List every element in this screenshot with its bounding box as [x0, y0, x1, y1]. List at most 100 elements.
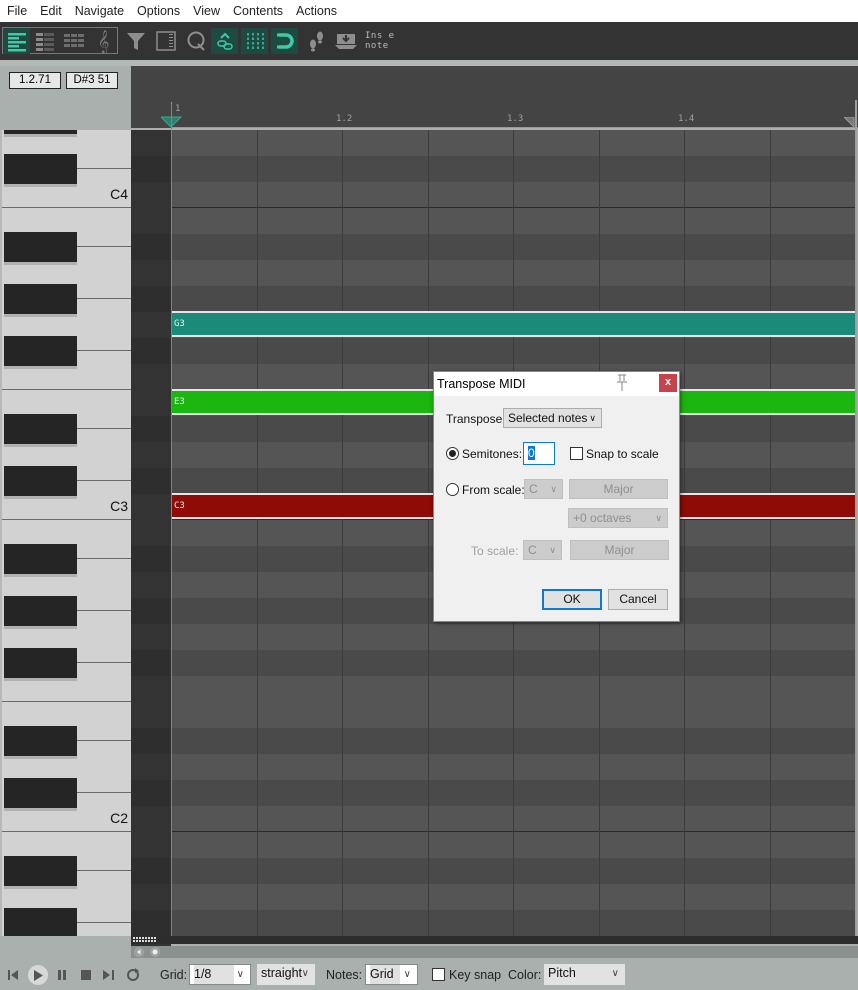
menu-options[interactable]: Options [130, 4, 186, 18]
key-strip-row [131, 858, 171, 884]
black-key[interactable] [4, 336, 77, 366]
cancel-button[interactable]: Cancel [608, 589, 668, 610]
stop-icon [81, 970, 91, 980]
skip-back-icon [8, 970, 18, 980]
black-key[interactable] [4, 154, 77, 184]
midi-note[interactable]: G3 [172, 311, 856, 337]
stop-button[interactable] [77, 966, 95, 984]
black-key[interactable] [4, 544, 77, 574]
black-key[interactable] [4, 726, 77, 756]
cc-lane-divider[interactable] [131, 936, 858, 944]
edit-cursor-marker-icon[interactable] [161, 116, 183, 128]
pin-icon[interactable] [614, 374, 630, 392]
color-label: Color: [508, 968, 542, 982]
from-scale-button[interactable]: Major [569, 479, 668, 499]
grid-button[interactable] [241, 28, 268, 54]
semitones-radio[interactable] [446, 447, 459, 460]
semitones-input[interactable]: 0 [523, 442, 555, 465]
to-key-select[interactable]: C ∨ [523, 540, 562, 560]
key-strip-row [131, 728, 171, 754]
menu-file[interactable]: File [0, 4, 33, 18]
key-strip-row [131, 494, 171, 520]
notes-snap-select[interactable]: Grid ∨ [365, 964, 418, 985]
menu-contents[interactable]: Contents [226, 4, 289, 18]
key-strip-row [131, 208, 171, 234]
scroll-left-icon[interactable] [134, 947, 144, 957]
filter-button[interactable] [122, 28, 149, 54]
black-key[interactable] [4, 596, 77, 626]
chase-cc-button[interactable] [211, 28, 238, 54]
scroll-thumb[interactable] [150, 947, 160, 957]
media-item-lanes-button[interactable] [152, 28, 179, 54]
horizontal-scrollbar[interactable] [131, 946, 858, 958]
octave-label: C3 [110, 498, 128, 514]
piano-keyboard[interactable]: C4 C3 C2 [0, 130, 131, 936]
key-strip-row [131, 832, 171, 858]
dialog-close-button[interactable]: x [659, 374, 677, 392]
octaves-select[interactable]: +0 octaves ∨ [568, 508, 668, 528]
menu-bar: File Edit Navigate Options View Contents… [0, 0, 858, 22]
menu-actions[interactable]: Actions [289, 4, 343, 18]
white-key-divider [77, 558, 131, 559]
piano-roll-view-button[interactable] [3, 28, 30, 54]
snap-to-scale-label: Snap to scale [586, 447, 659, 461]
notation-view-button[interactable]: 𝄞 [90, 28, 117, 54]
step-input-button[interactable] [302, 28, 329, 54]
key-strip-row [131, 312, 171, 338]
transpose-target-select[interactable]: Selected notes ∨ [503, 408, 602, 428]
snap-button[interactable] [271, 28, 298, 54]
from-scale-label: From scale: [462, 483, 525, 497]
grid-type-select[interactable]: straight ∨ [257, 964, 315, 985]
from-key-select[interactable]: C ∨ [524, 479, 563, 499]
white-key-divider [77, 792, 131, 793]
black-key[interactable] [4, 130, 77, 134]
event-list-view-button[interactable] [61, 28, 88, 54]
go-to-start-button[interactable] [5, 966, 23, 984]
black-key[interactable] [4, 778, 77, 808]
quantize-button[interactable] [182, 28, 209, 54]
menu-edit[interactable]: Edit [33, 4, 68, 18]
toolbar: 𝄞 Ins e note [0, 22, 858, 60]
ruler-baseline [171, 127, 858, 128]
skip-forward-icon [103, 970, 114, 980]
black-key[interactable] [4, 648, 77, 678]
black-key[interactable] [4, 284, 77, 314]
black-key[interactable] [4, 856, 77, 886]
black-key[interactable] [4, 908, 77, 936]
step-input-icon [309, 31, 323, 52]
color-mode-select[interactable]: Pitch ∨ [544, 964, 625, 985]
ruler-tick-label: 1.2 [336, 114, 353, 124]
chevron-down-icon: ∨ [549, 545, 556, 555]
dialog-title-bar[interactable]: Transpose MIDI x [434, 372, 679, 396]
from-scale-radio[interactable] [446, 483, 459, 496]
insert-note-button[interactable] [332, 28, 359, 54]
named-notes-view-button[interactable] [31, 28, 58, 54]
key-strip-row [131, 442, 171, 468]
white-key-divider [77, 480, 131, 481]
black-key[interactable] [4, 414, 77, 444]
go-to-end-button[interactable] [100, 966, 118, 984]
ok-button[interactable]: OK [542, 589, 602, 610]
timeline-ruler[interactable]: 1 1.2 1.3 1.4 [131, 66, 858, 129]
resize-grip-icon[interactable] [133, 937, 157, 943]
grid-division-select[interactable]: 1/8 ∨ [189, 964, 251, 985]
play-button[interactable] [28, 965, 48, 985]
black-key[interactable] [4, 232, 77, 262]
key-strip-row [131, 364, 171, 390]
black-key[interactable] [4, 466, 77, 496]
snap-to-scale-checkbox[interactable] [570, 447, 583, 460]
ruler-tick-label: 1 [175, 104, 181, 114]
white-key-divider [77, 350, 131, 351]
pause-button[interactable] [53, 966, 71, 984]
to-scale-button[interactable]: Major [570, 540, 669, 560]
menu-navigate[interactable]: Navigate [68, 4, 130, 18]
key-snap-checkbox[interactable] [432, 968, 445, 981]
key-lane-strip [131, 130, 171, 962]
white-key-divider [77, 298, 131, 299]
repeat-icon [127, 968, 139, 981]
insert-note-label: Ins e note [365, 31, 395, 51]
menu-view[interactable]: View [186, 4, 226, 18]
repeat-button[interactable] [124, 966, 142, 984]
transpose-label: Transpose: [446, 412, 506, 426]
chevron-down-icon: ∨ [403, 969, 411, 980]
